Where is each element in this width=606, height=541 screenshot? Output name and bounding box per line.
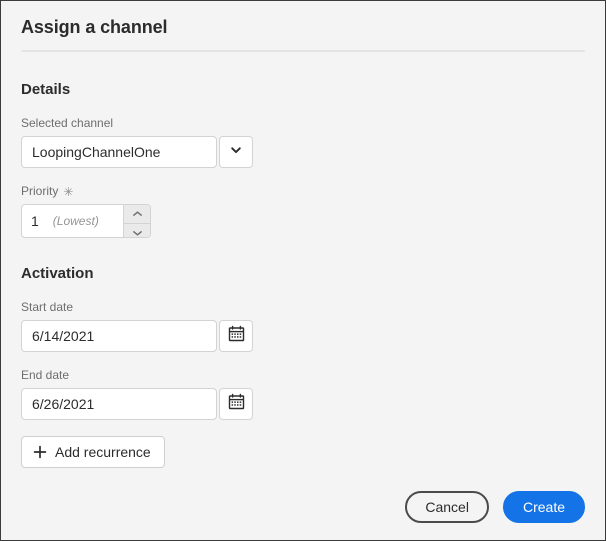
dialog-footer: Cancel Create — [405, 491, 585, 523]
header-divider — [21, 50, 585, 52]
priority-label-text: Priority — [21, 184, 58, 199]
add-recurrence-button[interactable]: Add recurrence — [21, 436, 165, 468]
add-recurrence-label: Add recurrence — [55, 444, 151, 460]
page-title: Assign a channel — [21, 15, 585, 39]
priority-hint: (Lowest) — [53, 214, 99, 228]
priority-stepper-buttons — [123, 205, 150, 237]
priority-input[interactable]: 1 (Lowest) — [22, 205, 123, 237]
assign-channel-dialog: Assign a channel Details Selected channe… — [0, 0, 606, 541]
start-date-input[interactable]: 6/14/2021 — [21, 320, 217, 352]
calendar-icon — [228, 325, 245, 347]
priority-stepper[interactable]: 1 (Lowest) — [21, 204, 151, 238]
dialog-body: Details Selected channel LoopingChannelO… — [1, 80, 605, 468]
start-date-label-text: Start date — [21, 300, 73, 315]
chevron-down-icon — [132, 224, 143, 238]
end-date-label-text: End date — [21, 368, 69, 383]
selected-channel-label-text: Selected channel — [21, 116, 113, 131]
cancel-button[interactable]: Cancel — [405, 491, 489, 523]
chevron-down-icon — [230, 143, 242, 161]
selected-channel-value[interactable]: LoopingChannelOne — [21, 136, 217, 168]
priority-value: 1 — [31, 213, 39, 229]
start-date-calendar-button[interactable] — [219, 320, 253, 352]
end-date-input[interactable]: 6/26/2021 — [21, 388, 217, 420]
start-date-label: Start date — [21, 300, 585, 315]
end-date-row: 6/26/2021 — [21, 388, 585, 420]
section-heading-activation: Activation — [21, 264, 585, 284]
end-date-label: End date — [21, 368, 585, 383]
create-button[interactable]: Create — [503, 491, 585, 523]
dialog-header: Assign a channel — [1, 1, 605, 39]
required-indicator: ✳ — [63, 186, 73, 198]
priority-increment-button[interactable] — [124, 205, 150, 224]
end-date-calendar-button[interactable] — [219, 388, 253, 420]
start-date-row: 6/14/2021 — [21, 320, 585, 352]
selected-channel-dropdown-button[interactable] — [219, 136, 253, 168]
selected-channel-picker: LoopingChannelOne — [21, 136, 585, 168]
plus-icon — [33, 445, 47, 459]
priority-decrement-button[interactable] — [124, 224, 150, 238]
section-heading-details: Details — [21, 80, 585, 100]
calendar-icon — [228, 393, 245, 415]
selected-channel-label: Selected channel — [21, 116, 585, 131]
chevron-up-icon — [132, 205, 143, 223]
priority-label: Priority ✳ — [21, 184, 585, 199]
